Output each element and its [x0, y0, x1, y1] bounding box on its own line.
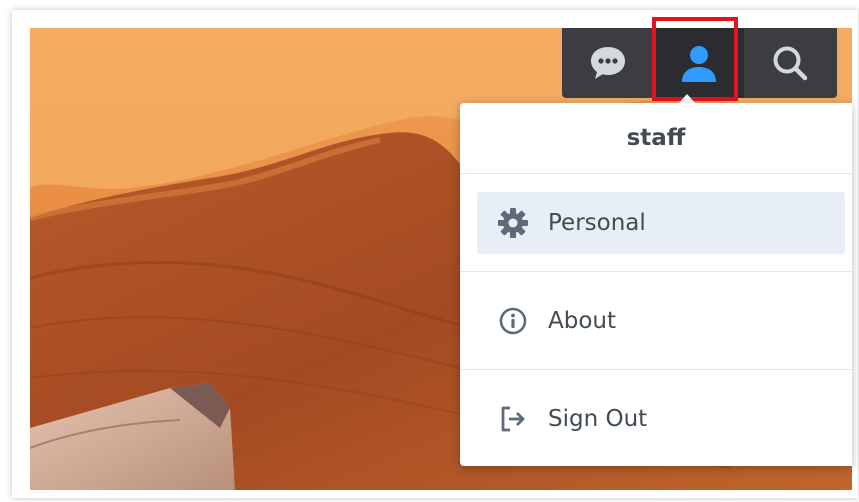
- menu-section-personal: Personal: [460, 174, 852, 272]
- user-menu: staff Personal About Sign Out: [460, 103, 852, 466]
- taskbar-tray: [562, 28, 837, 98]
- menu-item-personal-label: Personal: [548, 210, 646, 236]
- menu-section-signout: Sign Out: [460, 370, 852, 467]
- menu-item-personal[interactable]: Personal: [477, 192, 845, 254]
- notifications-button[interactable]: [562, 28, 653, 98]
- info-icon: [495, 303, 531, 339]
- sign-out-icon: [495, 401, 531, 437]
- search-button[interactable]: [744, 28, 835, 98]
- menu-item-sign-out-label: Sign Out: [548, 406, 648, 432]
- menu-item-about-label: About: [548, 308, 617, 334]
- menu-item-about[interactable]: About: [477, 290, 845, 352]
- menu-item-sign-out[interactable]: Sign Out: [477, 388, 845, 450]
- gear-icon: [495, 205, 531, 241]
- chat-bubble-icon: [590, 47, 625, 79]
- search-icon: [773, 46, 807, 81]
- menu-section-about: About: [460, 272, 852, 370]
- menu-username: staff: [460, 103, 852, 174]
- user-icon: [681, 46, 716, 82]
- user-button[interactable]: [653, 28, 744, 98]
